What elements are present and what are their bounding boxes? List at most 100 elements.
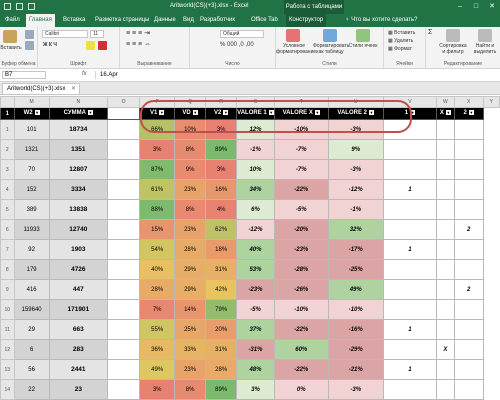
cell-blank[interactable] bbox=[106, 179, 141, 200]
row-number[interactable]: 13 bbox=[0, 359, 15, 380]
row-number[interactable]: 3 bbox=[0, 159, 15, 180]
row-number[interactable]: 12 bbox=[0, 339, 15, 360]
cell-flag-x[interactable] bbox=[436, 239, 455, 260]
column-letter[interactable]: U bbox=[327, 96, 384, 108]
cell-flag-1[interactable]: 1 bbox=[382, 179, 438, 200]
cell-sum[interactable]: 13838 bbox=[48, 199, 108, 220]
cell-v2[interactable]: 89% bbox=[205, 379, 238, 400]
cell-sum[interactable]: 3334 bbox=[48, 179, 108, 200]
cell-v1[interactable]: 7% bbox=[139, 299, 176, 320]
filter-dropdown-icon[interactable]: ▼ bbox=[87, 110, 93, 116]
cell-vd[interactable]: 9% bbox=[174, 159, 207, 180]
cell-valore-x[interactable]: -23% bbox=[273, 239, 329, 260]
filter-dropdown-icon[interactable]: ▼ bbox=[223, 110, 229, 116]
cell-vd[interactable]: 29% bbox=[174, 259, 207, 280]
align-buttons-row2[interactable]: ≡ ≡ ≡ ⇔ bbox=[126, 41, 181, 48]
cell-valore-x[interactable]: -26% bbox=[273, 279, 329, 300]
cell-valore-2[interactable]: 9% bbox=[327, 139, 384, 160]
cell-v1[interactable]: 61% bbox=[139, 179, 176, 200]
workbook-tab[interactable]: Aritworld(CS)(+3).xlsx ✕ bbox=[2, 83, 80, 94]
cell-valore-1[interactable]: 48% bbox=[236, 359, 275, 380]
cell-flag-2[interactable] bbox=[453, 319, 484, 340]
cell-vd[interactable]: 8% bbox=[174, 139, 207, 160]
cell-w2[interactable]: 389 bbox=[13, 199, 50, 220]
row-number[interactable]: 11 bbox=[0, 319, 15, 340]
cell-v1[interactable]: 3% bbox=[139, 139, 176, 160]
cell-v1[interactable]: 49% bbox=[139, 359, 176, 380]
cell-sum[interactable]: 1351 bbox=[48, 139, 108, 160]
cell-v1[interactable]: 55% bbox=[139, 319, 176, 340]
cell-valore-1[interactable]: 3% bbox=[236, 379, 275, 400]
name-box[interactable]: B7 bbox=[2, 71, 46, 79]
cell-flag-1[interactable] bbox=[382, 279, 438, 300]
cell-vd[interactable]: 23% bbox=[174, 179, 207, 200]
cell-flag-1[interactable] bbox=[382, 139, 438, 160]
cell-blank[interactable] bbox=[106, 119, 141, 140]
column-letter[interactable]: P bbox=[139, 96, 176, 108]
format-table-button[interactable]: Форматировать как таблицу bbox=[313, 43, 349, 55]
cell-flag-1[interactable] bbox=[382, 119, 438, 140]
cell-valore-2[interactable]: 32% bbox=[327, 219, 384, 240]
cell-blank[interactable] bbox=[106, 239, 141, 260]
cell-flag-1[interactable] bbox=[382, 159, 438, 180]
save-icon[interactable] bbox=[4, 3, 11, 10]
cell-v2[interactable]: 42% bbox=[205, 279, 238, 300]
cell-flag-2[interactable] bbox=[453, 119, 484, 140]
filter-dropdown-icon[interactable]: ▼ bbox=[268, 110, 274, 116]
cell-vd[interactable]: 8% bbox=[174, 379, 207, 400]
cell-flag-1[interactable] bbox=[382, 199, 438, 220]
cell-w2[interactable]: 416 bbox=[13, 279, 50, 300]
cell-valore-2[interactable]: -10% bbox=[327, 299, 384, 320]
tab-home[interactable]: Главная bbox=[26, 14, 55, 27]
cell-w2[interactable]: 159640 bbox=[13, 299, 50, 320]
autosum-icon[interactable]: Σ bbox=[428, 29, 432, 36]
cell-sum[interactable]: 171901 bbox=[48, 299, 108, 320]
cell-flag-2[interactable]: 2 bbox=[453, 219, 484, 240]
row-number[interactable]: 6 bbox=[0, 219, 15, 240]
cell-valore-2[interactable]: -25% bbox=[327, 259, 384, 280]
cell-valore-x[interactable]: -5% bbox=[273, 199, 329, 220]
cell-w2[interactable]: 56 bbox=[13, 359, 50, 380]
cell-v1[interactable]: 88% bbox=[139, 199, 176, 220]
cell-flag-x[interactable] bbox=[436, 299, 455, 320]
cell-flag-x[interactable] bbox=[436, 319, 455, 340]
filter-dropdown-icon[interactable]: ▼ bbox=[410, 110, 416, 116]
conditional-format-button[interactable]: Условное форматирование bbox=[276, 43, 316, 55]
row-number[interactable]: 5 bbox=[0, 199, 15, 220]
cell-valore-1[interactable]: 53% bbox=[236, 259, 275, 280]
cell-blank[interactable] bbox=[106, 199, 141, 220]
cell-vd[interactable]: 10% bbox=[174, 119, 207, 140]
cell-v2[interactable]: 3% bbox=[205, 119, 238, 140]
cell-sum[interactable]: 23 bbox=[48, 379, 108, 400]
cell-v2[interactable]: 79% bbox=[205, 299, 238, 320]
cell-flag-x[interactable] bbox=[436, 159, 455, 180]
column-letter[interactable]: T bbox=[273, 96, 329, 108]
cell-flag-2[interactable] bbox=[453, 339, 484, 360]
cell-flag-x[interactable] bbox=[436, 359, 455, 380]
cell-valore-1[interactable]: -12% bbox=[236, 219, 275, 240]
cell-v2[interactable]: 4% bbox=[205, 199, 238, 220]
cell-v2[interactable]: 31% bbox=[205, 339, 238, 360]
cell-valore-2[interactable]: -1% bbox=[327, 199, 384, 220]
row-number[interactable]: 8 bbox=[0, 259, 15, 280]
cell-v1[interactable]: 15% bbox=[139, 219, 176, 240]
cell-vd[interactable]: 25% bbox=[174, 319, 207, 340]
cell-flag-1[interactable] bbox=[382, 299, 438, 320]
row-number[interactable]: 7 bbox=[0, 239, 15, 260]
row-number[interactable]: 4 bbox=[0, 179, 15, 200]
cell-v2[interactable]: 20% bbox=[205, 319, 238, 340]
cell-valore-2[interactable]: -16% bbox=[327, 319, 384, 340]
cell-valore-x[interactable]: -20% bbox=[273, 219, 329, 240]
cell-v2[interactable]: 62% bbox=[205, 219, 238, 240]
cell-v1[interactable]: 28% bbox=[139, 279, 176, 300]
cell-valore-2[interactable]: -17% bbox=[327, 239, 384, 260]
cell-styles-icon[interactable] bbox=[356, 29, 370, 42]
cell-flag-1[interactable] bbox=[382, 259, 438, 280]
cell-blank[interactable] bbox=[106, 339, 141, 360]
find-select-icon[interactable] bbox=[478, 29, 492, 42]
cell-valore-1[interactable]: 6% bbox=[236, 199, 275, 220]
insert-cells-button[interactable]: ▦ Вставить bbox=[388, 30, 415, 36]
cell-valore-x[interactable]: 60% bbox=[273, 339, 329, 360]
cell-valore-2[interactable]: -3% bbox=[327, 119, 384, 140]
column-letter[interactable]: Y bbox=[482, 96, 500, 108]
